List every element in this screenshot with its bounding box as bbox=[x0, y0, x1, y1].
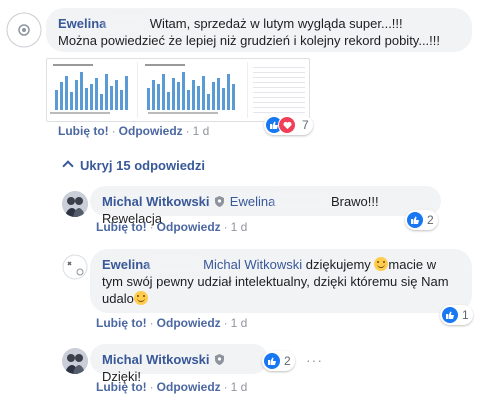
reply-actions: Lubię to! · Odpowiedz · 1 d bbox=[96, 220, 248, 234]
comment-text-line2: Można powiedzieć że lepiej niż grudzień … bbox=[58, 33, 441, 48]
reaction-count: 1 bbox=[462, 308, 469, 322]
reply-link[interactable]: Odpowiedz bbox=[157, 220, 221, 234]
reply-actions: Lubię to! · Odpowiedz · 1 d bbox=[96, 316, 248, 330]
reply-bubble: Ewelinaxxxxxxx. Michal Witkowski dziękuj… bbox=[90, 249, 472, 313]
reactions-summary[interactable]: 2 bbox=[405, 210, 438, 230]
timestamp[interactable]: 1 d bbox=[193, 124, 210, 138]
redacted-surname: xxxxx.. bbox=[106, 15, 147, 32]
hide-replies-toggle[interactable]: Ukryj 15 odpowiedzi bbox=[62, 158, 205, 173]
timestamp[interactable]: 1 d bbox=[231, 316, 248, 330]
thumb-caption-right bbox=[148, 112, 218, 114]
redacted-surname: xxxxxxxx bbox=[275, 193, 328, 210]
comment-author[interactable]: Ewelina bbox=[58, 16, 106, 31]
comment-actions: Lubię to! · Odpowiedz · 1 d bbox=[58, 124, 210, 138]
like-link[interactable]: Lubię to! bbox=[96, 220, 147, 234]
reaction-count: 2 bbox=[427, 213, 434, 227]
reply-link[interactable]: Odpowiedz bbox=[119, 124, 183, 138]
reply-link[interactable]: Odpowiedz bbox=[157, 316, 221, 330]
avatar[interactable] bbox=[62, 348, 88, 374]
like-icon bbox=[442, 307, 458, 323]
reply-actions: Lubię to! · Odpowiedz · 1 d bbox=[96, 380, 248, 394]
reactions-summary[interactable]: 2 bbox=[262, 351, 295, 371]
timestamp[interactable]: 1 d bbox=[231, 380, 248, 394]
reply-bubble: Michal Witkowski Dzięki! bbox=[90, 344, 268, 384]
verified-shield-icon bbox=[215, 352, 225, 365]
reply-bubble: Michal Witkowski Ewelinaxxxxxxxx Brawo!!… bbox=[90, 186, 441, 226]
like-link[interactable]: Lubię to! bbox=[96, 316, 147, 330]
avatar[interactable] bbox=[62, 191, 88, 217]
verified-shield-icon bbox=[215, 194, 225, 207]
redacted-surname: xxxxxxx. bbox=[150, 256, 200, 273]
reaction-count: 7 bbox=[302, 118, 309, 132]
like-icon bbox=[264, 353, 280, 369]
like-link[interactable]: Lubię to! bbox=[58, 124, 109, 138]
reply-author[interactable]: Michal Witkowski bbox=[102, 194, 210, 209]
like-link[interactable]: Lubię to! bbox=[96, 380, 147, 394]
thumb-caption-left bbox=[50, 112, 110, 114]
reply-text-cont: macie w bbox=[388, 257, 437, 272]
reply-link[interactable]: Odpowiedz bbox=[157, 380, 221, 394]
comment-text: Witam, sprzedaż w lutym wygląda super...… bbox=[149, 16, 403, 31]
reply-author[interactable]: Ewelina bbox=[102, 257, 150, 272]
mention[interactable]: Ewelina bbox=[230, 194, 276, 209]
smile-emoji-icon bbox=[133, 291, 148, 305]
mention[interactable]: Michal Witkowski bbox=[203, 257, 302, 272]
heart-icon bbox=[278, 116, 296, 134]
reactions-summary[interactable]: 1 bbox=[440, 305, 473, 325]
reactions-summary[interactable]: 7 bbox=[264, 115, 313, 135]
smile-emoji-icon bbox=[374, 257, 389, 271]
more-options-icon[interactable]: ··· bbox=[306, 352, 323, 368]
avatar[interactable] bbox=[62, 254, 88, 280]
like-icon bbox=[407, 212, 423, 228]
reply-author[interactable]: Michal Witkowski bbox=[102, 352, 210, 367]
avatar[interactable] bbox=[6, 12, 42, 48]
reply-text-line2: tym swój pewny udział intelektualny, dzi… bbox=[102, 274, 449, 289]
timestamp[interactable]: 1 d bbox=[231, 220, 248, 234]
reply-text: dziękujemy bbox=[305, 257, 371, 272]
reply-text-line3: udalo bbox=[102, 291, 134, 306]
comment-bubble: Ewelinaxxxxx.. Witam, sprzedaż w lutym w… bbox=[46, 8, 472, 52]
chevron-up-icon bbox=[62, 160, 74, 172]
reaction-count: 2 bbox=[284, 354, 291, 368]
